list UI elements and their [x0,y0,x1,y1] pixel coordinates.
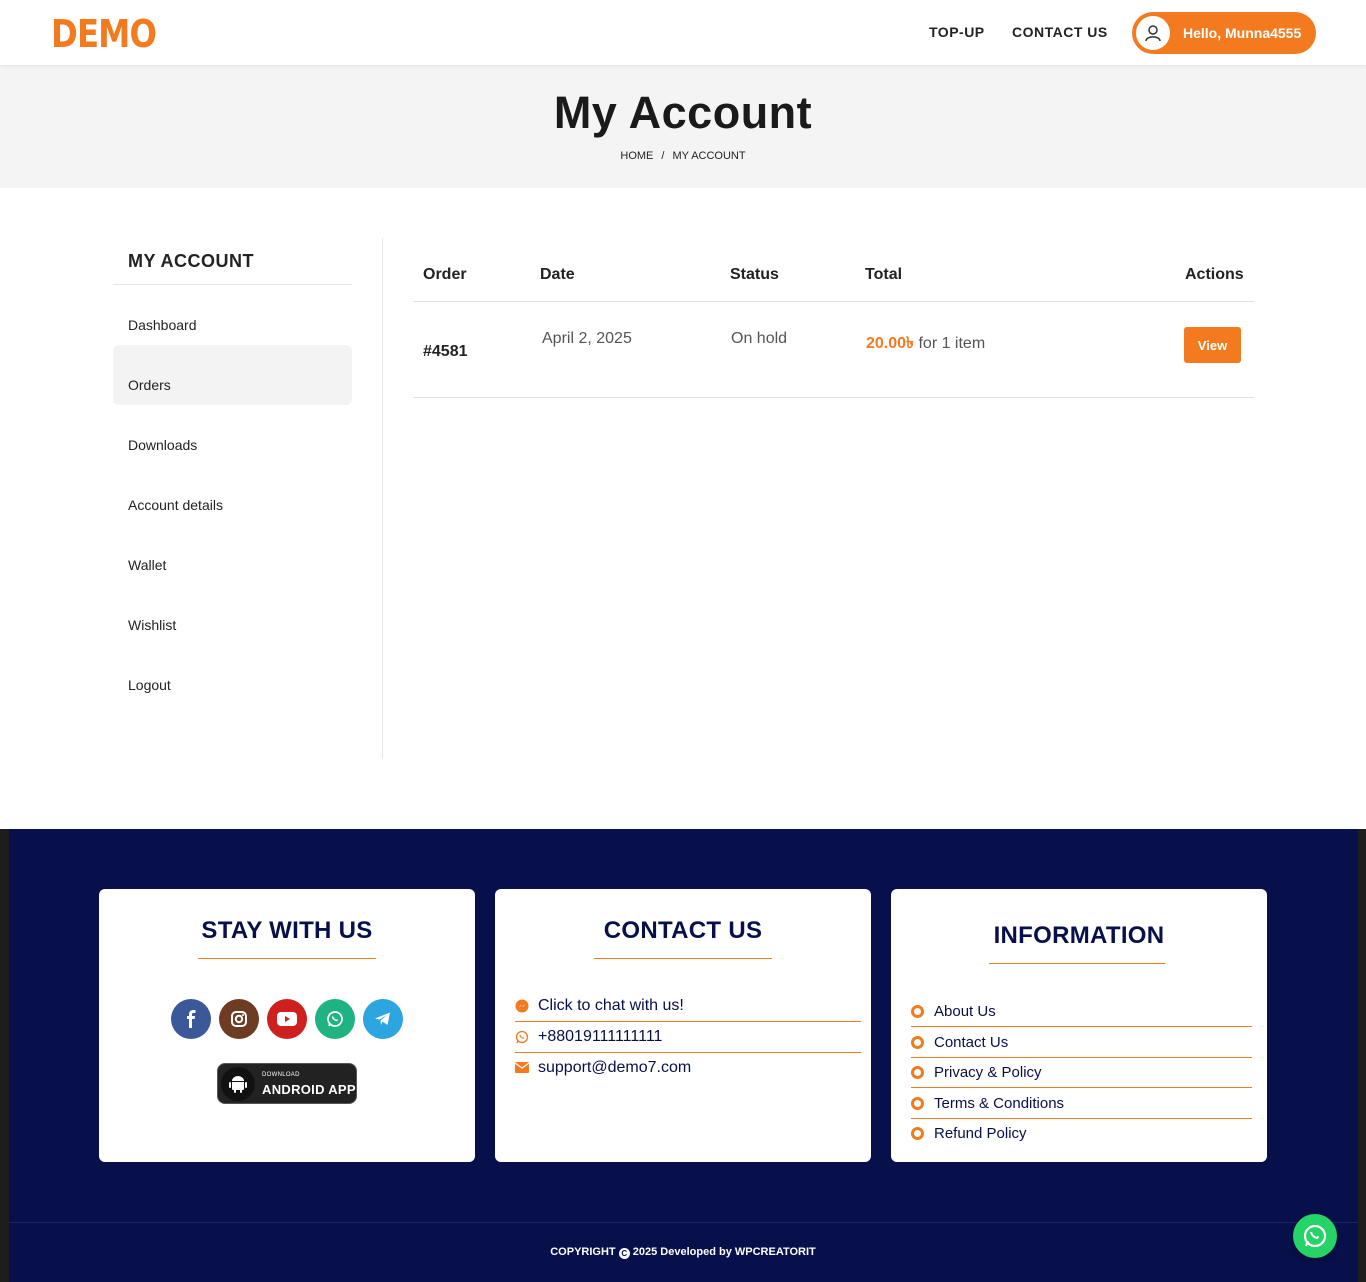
phone-text: +88019111111111 [538,1028,663,1045]
copyright-text: COPYRIGHT C 2025 Developed by WPCREATORI… [0,1246,1366,1259]
title-underline [198,958,376,959]
column-order: Order [423,266,467,283]
bullet-icon [911,1096,924,1110]
breadcrumb: HOME / MY ACCOUNT [0,150,1366,162]
stay-with-us-title: STAY WITH US [201,917,373,944]
envelope-icon [515,1061,529,1075]
column-actions: Actions [1185,266,1244,283]
sidebar-item-orders[interactable]: Orders [113,345,352,405]
info-link-terms-conditions[interactable]: Terms & Conditions [911,1088,1252,1119]
sidebar-item-wishlist[interactable]: Wishlist [113,585,352,645]
sidebar-item-logout[interactable]: Logout [113,645,352,705]
info-link-contact-us[interactable]: Contact Us [911,1027,1252,1058]
order-item-count: for 1 item [918,335,986,352]
table-header: Order Date Status Total Actions [413,256,1254,302]
site-logo[interactable]: DEMO [51,12,157,56]
nav-contact-us[interactable]: CONTACT US [1012,24,1108,40]
nav-topup[interactable]: TOP-UP [929,24,985,40]
sidebar-item-account-details[interactable]: Account details [113,465,352,525]
page-title: My Account [553,87,813,138]
whatsapp-icon [515,1030,529,1044]
order-number[interactable]: #4581 [423,343,468,361]
android-app-badge[interactable]: DOWNLOAD ANDROID APP [217,1063,357,1104]
account-button[interactable]: Hello, Munna4555 [1132,12,1316,54]
bullet-icon [911,1035,924,1049]
information-card: INFORMATION About Us Contact Us Privacy … [891,889,1267,1162]
order-status: On hold [731,330,788,347]
info-link-label: Contact Us [934,1033,1009,1051]
table-row: #4581 April 2, 2025 On hold 20.00৳ for 1… [413,302,1254,398]
copyright-symbol-icon: C [618,1248,630,1259]
instagram-icon[interactable] [219,999,259,1039]
facebook-icon[interactable] [171,999,211,1039]
footer-divider [9,1222,1358,1223]
information-title: INFORMATION [993,922,1165,949]
sidebar-heading: MY ACCOUNT [113,238,352,285]
stay-with-us-card: STAY WITH US DOWNLOAD ANDROID APP [99,889,475,1162]
order-total: 20.00৳ for 1 item [866,330,985,357]
breadcrumb-home[interactable]: HOME [620,150,653,162]
title-underline [594,958,772,959]
info-link-label: Refund Policy [934,1125,1027,1142]
android-app-label: ANDROID APP [262,1082,356,1097]
title-underline [989,963,1165,964]
bullet-icon [911,1004,924,1018]
info-link-label: Terms & Conditions [934,1094,1065,1112]
youtube-icon[interactable] [267,999,307,1039]
column-total: Total [865,266,903,283]
sidebar-item-wallet[interactable]: Wallet [113,525,352,585]
contact-us-title: CONTACT US [603,917,763,944]
breadcrumb-current: MY ACCOUNT [672,150,746,162]
info-link-privacy-policy[interactable]: Privacy & Policy [911,1057,1252,1088]
email-link[interactable]: support@demo7.com [515,1052,861,1083]
android-app-download-label: DOWNLOAD [262,1072,300,1078]
order-date: April 2, 2025 [542,330,632,347]
page-hero: My Account HOME / MY ACCOUNT [0,65,1366,188]
footer-edge-left [0,829,9,1282]
view-order-button[interactable]: View [1184,327,1241,363]
bullet-icon [911,1127,924,1140]
whatsapp-icon[interactable] [315,999,355,1039]
orders-table: Order Date Status Total Actions #4581 Ap… [413,256,1254,398]
info-link-label: About Us [934,1002,996,1020]
info-link-about-us[interactable]: About Us [911,996,1252,1027]
messenger-icon [515,999,529,1013]
telegram-icon[interactable] [363,999,403,1039]
account-sidebar: MY ACCOUNT Dashboard Orders Downloads Ac… [113,238,352,705]
sidebar-divider [382,238,383,759]
sidebar-item-dashboard[interactable]: Dashboard [113,285,352,345]
column-status: Status [730,266,779,283]
site-header: DEMO TOP-UP CONTACT US Hello, Munna4555 [0,0,1366,65]
copyright-credit: 2025 Developed by WPCREATORIT [632,1246,816,1258]
user-icon [1134,14,1172,52]
phone-link[interactable]: +88019111111111 [515,1022,861,1053]
info-link-label: Privacy & Policy [934,1063,1042,1081]
info-link-refund-policy[interactable]: Refund Policy [911,1118,1252,1149]
bullet-icon [911,1065,924,1079]
android-icon [221,1067,255,1101]
email-text: support@demo7.com [538,1058,692,1076]
social-links [171,999,403,1039]
contact-us-card: CONTACT US Click to chat with us! +88019… [495,889,871,1162]
sidebar-item-downloads[interactable]: Downloads [113,405,352,465]
chat-link[interactable]: Click to chat with us! [515,991,861,1022]
breadcrumb-separator: / [661,150,665,162]
whatsapp-chat-icon[interactable] [1293,1214,1337,1258]
copyright-label: COPYRIGHT [550,1246,616,1258]
column-date: Date [540,266,575,283]
chat-link-text: Click to chat with us! [538,997,684,1014]
order-amount: 20.00৳ [866,335,915,352]
greeting-text: Hello, Munna4555 [1183,25,1302,41]
footer-edge-right [1358,829,1366,1282]
